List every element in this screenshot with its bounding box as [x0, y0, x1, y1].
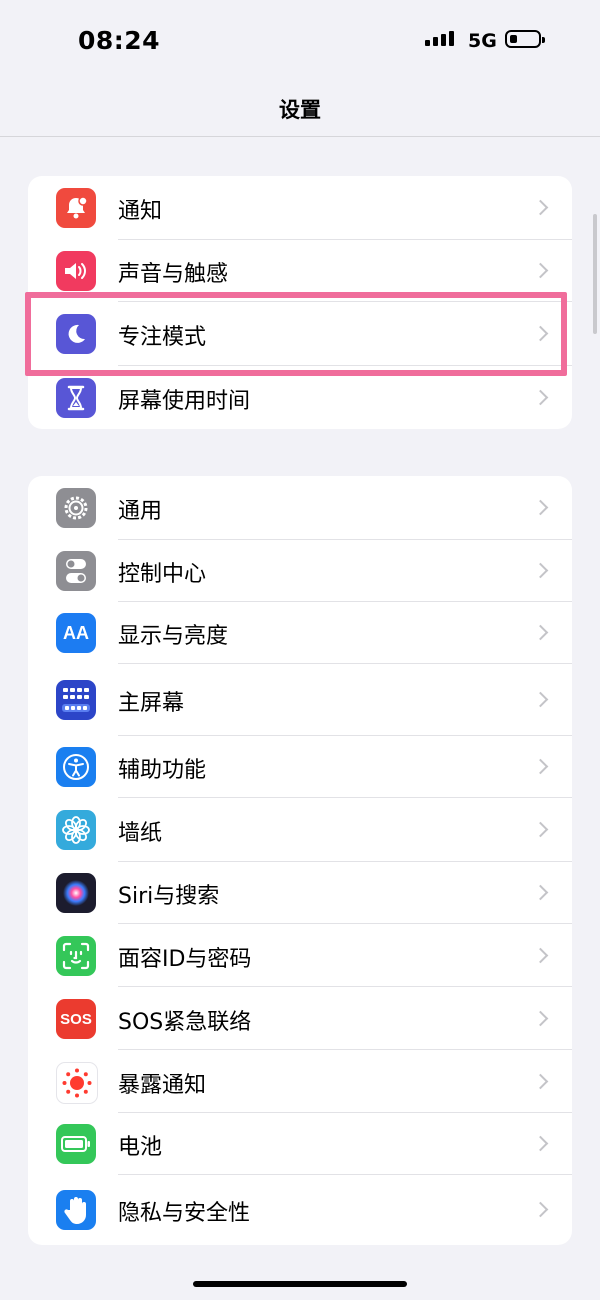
chevron-right-icon	[532, 499, 549, 516]
settings-row[interactable]: 主屏幕	[28, 664, 572, 736]
settings-row[interactable]: 电池	[28, 1113, 572, 1175]
settings-row[interactable]: Siri与搜索	[28, 862, 572, 924]
settings-row-label: 主屏幕	[118, 691, 185, 716]
bell-icon	[56, 188, 96, 228]
home-grid-icon	[56, 680, 96, 720]
settings-row[interactable]: 面容ID与密码	[28, 924, 572, 987]
settings-row-label: 电池	[118, 1135, 163, 1160]
settings-row-label: 面容ID与密码	[118, 947, 252, 972]
settings-row[interactable]: 辅助功能	[28, 736, 572, 798]
gear-icon	[56, 488, 96, 528]
chevron-right-icon	[532, 884, 549, 901]
home-indicator[interactable]	[193, 1281, 407, 1287]
chevron-right-icon	[532, 947, 549, 964]
settings-row-label: 控制中心	[118, 562, 207, 587]
settings-row[interactable]: 通用	[28, 476, 572, 540]
scroll-indicator	[593, 214, 597, 334]
settings-row-label: 显示与亮度	[118, 624, 229, 649]
page-title: 设置	[279, 98, 321, 122]
aa-icon: AA	[56, 613, 96, 653]
speaker-icon	[56, 251, 96, 291]
settings-row-label: 声音与触感	[118, 262, 229, 287]
settings-row-label: 墙纸	[118, 821, 163, 846]
settings-row-label: 通用	[118, 499, 163, 524]
hand-icon	[56, 1190, 96, 1230]
status-bar: 08:24 5G	[0, 0, 600, 80]
settings-row[interactable]: SOS SOS紧急联络	[28, 987, 572, 1050]
icon-text: SOS	[60, 1010, 92, 1028]
cellular-signal-icon	[425, 31, 454, 46]
navigation-bar: 设置	[0, 80, 600, 137]
chevron-right-icon	[532, 1073, 549, 1090]
settings-row[interactable]: 暴露通知	[28, 1050, 572, 1113]
chevron-right-icon	[532, 562, 549, 579]
settings-row-label: 隐私与安全性	[118, 1201, 251, 1226]
chevron-right-icon	[532, 1135, 549, 1152]
chevron-right-icon	[532, 821, 549, 838]
battery-status-icon	[505, 30, 545, 48]
status-time: 08:24	[78, 26, 161, 55]
settings-row[interactable]: 控制中心	[28, 540, 572, 602]
chevron-right-icon	[532, 389, 549, 406]
settings-row[interactable]: 通知	[28, 176, 572, 240]
highlight-box	[25, 292, 567, 376]
chevron-right-icon	[532, 1010, 549, 1027]
accessibility-icon	[56, 747, 96, 787]
settings-group-general: 通用 控制中心 AA 显示与亮度 主屏幕 辅助功能 墙纸 Siri与搜索 面容ID与密码 SOS S…	[28, 476, 572, 1245]
settings-row[interactable]: 墙纸	[28, 798, 572, 862]
chevron-right-icon	[532, 199, 549, 216]
settings-row[interactable]: AA 显示与亮度	[28, 602, 572, 664]
sos-icon: SOS	[56, 999, 96, 1039]
chevron-right-icon	[532, 1201, 549, 1218]
settings-row-label: SOS紧急联络	[118, 1010, 252, 1035]
chevron-right-icon	[532, 624, 549, 641]
settings-row-label: 屏幕使用时间	[118, 389, 251, 414]
settings-row-label: Siri与搜索	[118, 884, 220, 909]
battery-icon	[56, 1124, 96, 1164]
chevron-right-icon	[532, 262, 549, 279]
flower-icon	[56, 810, 96, 850]
icon-text: AA	[63, 622, 89, 643]
settings-row-label: 暴露通知	[118, 1073, 207, 1098]
exposure-icon	[56, 1062, 98, 1104]
siri-icon	[56, 873, 96, 913]
toggles-icon	[56, 551, 96, 591]
hourglass-icon	[56, 378, 96, 418]
settings-row-label: 辅助功能	[118, 758, 207, 783]
chevron-right-icon	[532, 758, 549, 775]
face-id-icon	[56, 936, 96, 976]
network-type: 5G	[468, 30, 497, 52]
chevron-right-icon	[532, 691, 549, 708]
settings-row-label: 通知	[118, 199, 163, 224]
settings-row[interactable]: 隐私与安全性	[28, 1175, 572, 1245]
